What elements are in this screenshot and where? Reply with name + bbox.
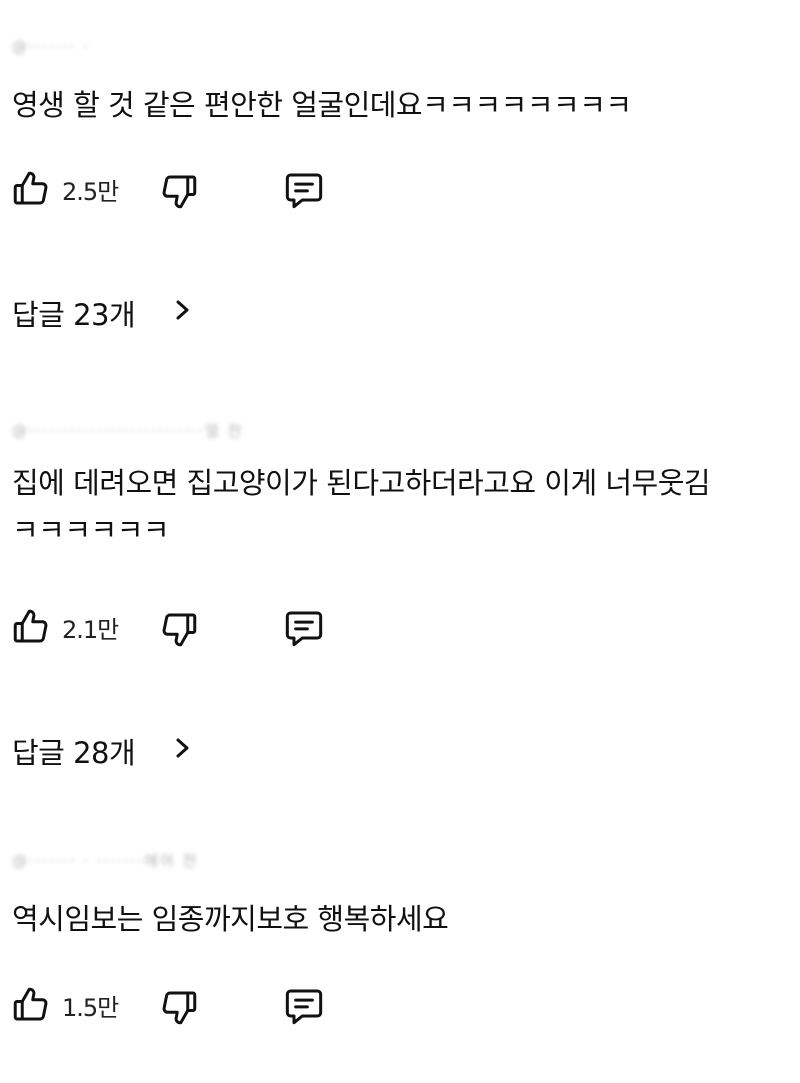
reply-bubble-icon[interactable] (282, 986, 326, 1026)
comment-text: 역시임보는 임종까지보호 행복하세요 (12, 902, 449, 936)
thumbs-down-icon[interactable] (158, 986, 200, 1028)
comment-author-line: @······· · ·······에어 전 (12, 852, 199, 870)
comment: @······· · ·······에어 전 역시임보는 임종까지보호 행복하세… (0, 0, 800, 1083)
comment-action-bar: 1.5만 (10, 982, 410, 1026)
comment-list: @······· · 영생 할 것 같은 편안한 얼굴인데요ㅋㅋㅋㅋㅋㅋㅋㅋ 2… (0, 0, 800, 1083)
like-count: 1.5만 (62, 994, 119, 1022)
thumbs-up-icon[interactable] (10, 984, 52, 1026)
